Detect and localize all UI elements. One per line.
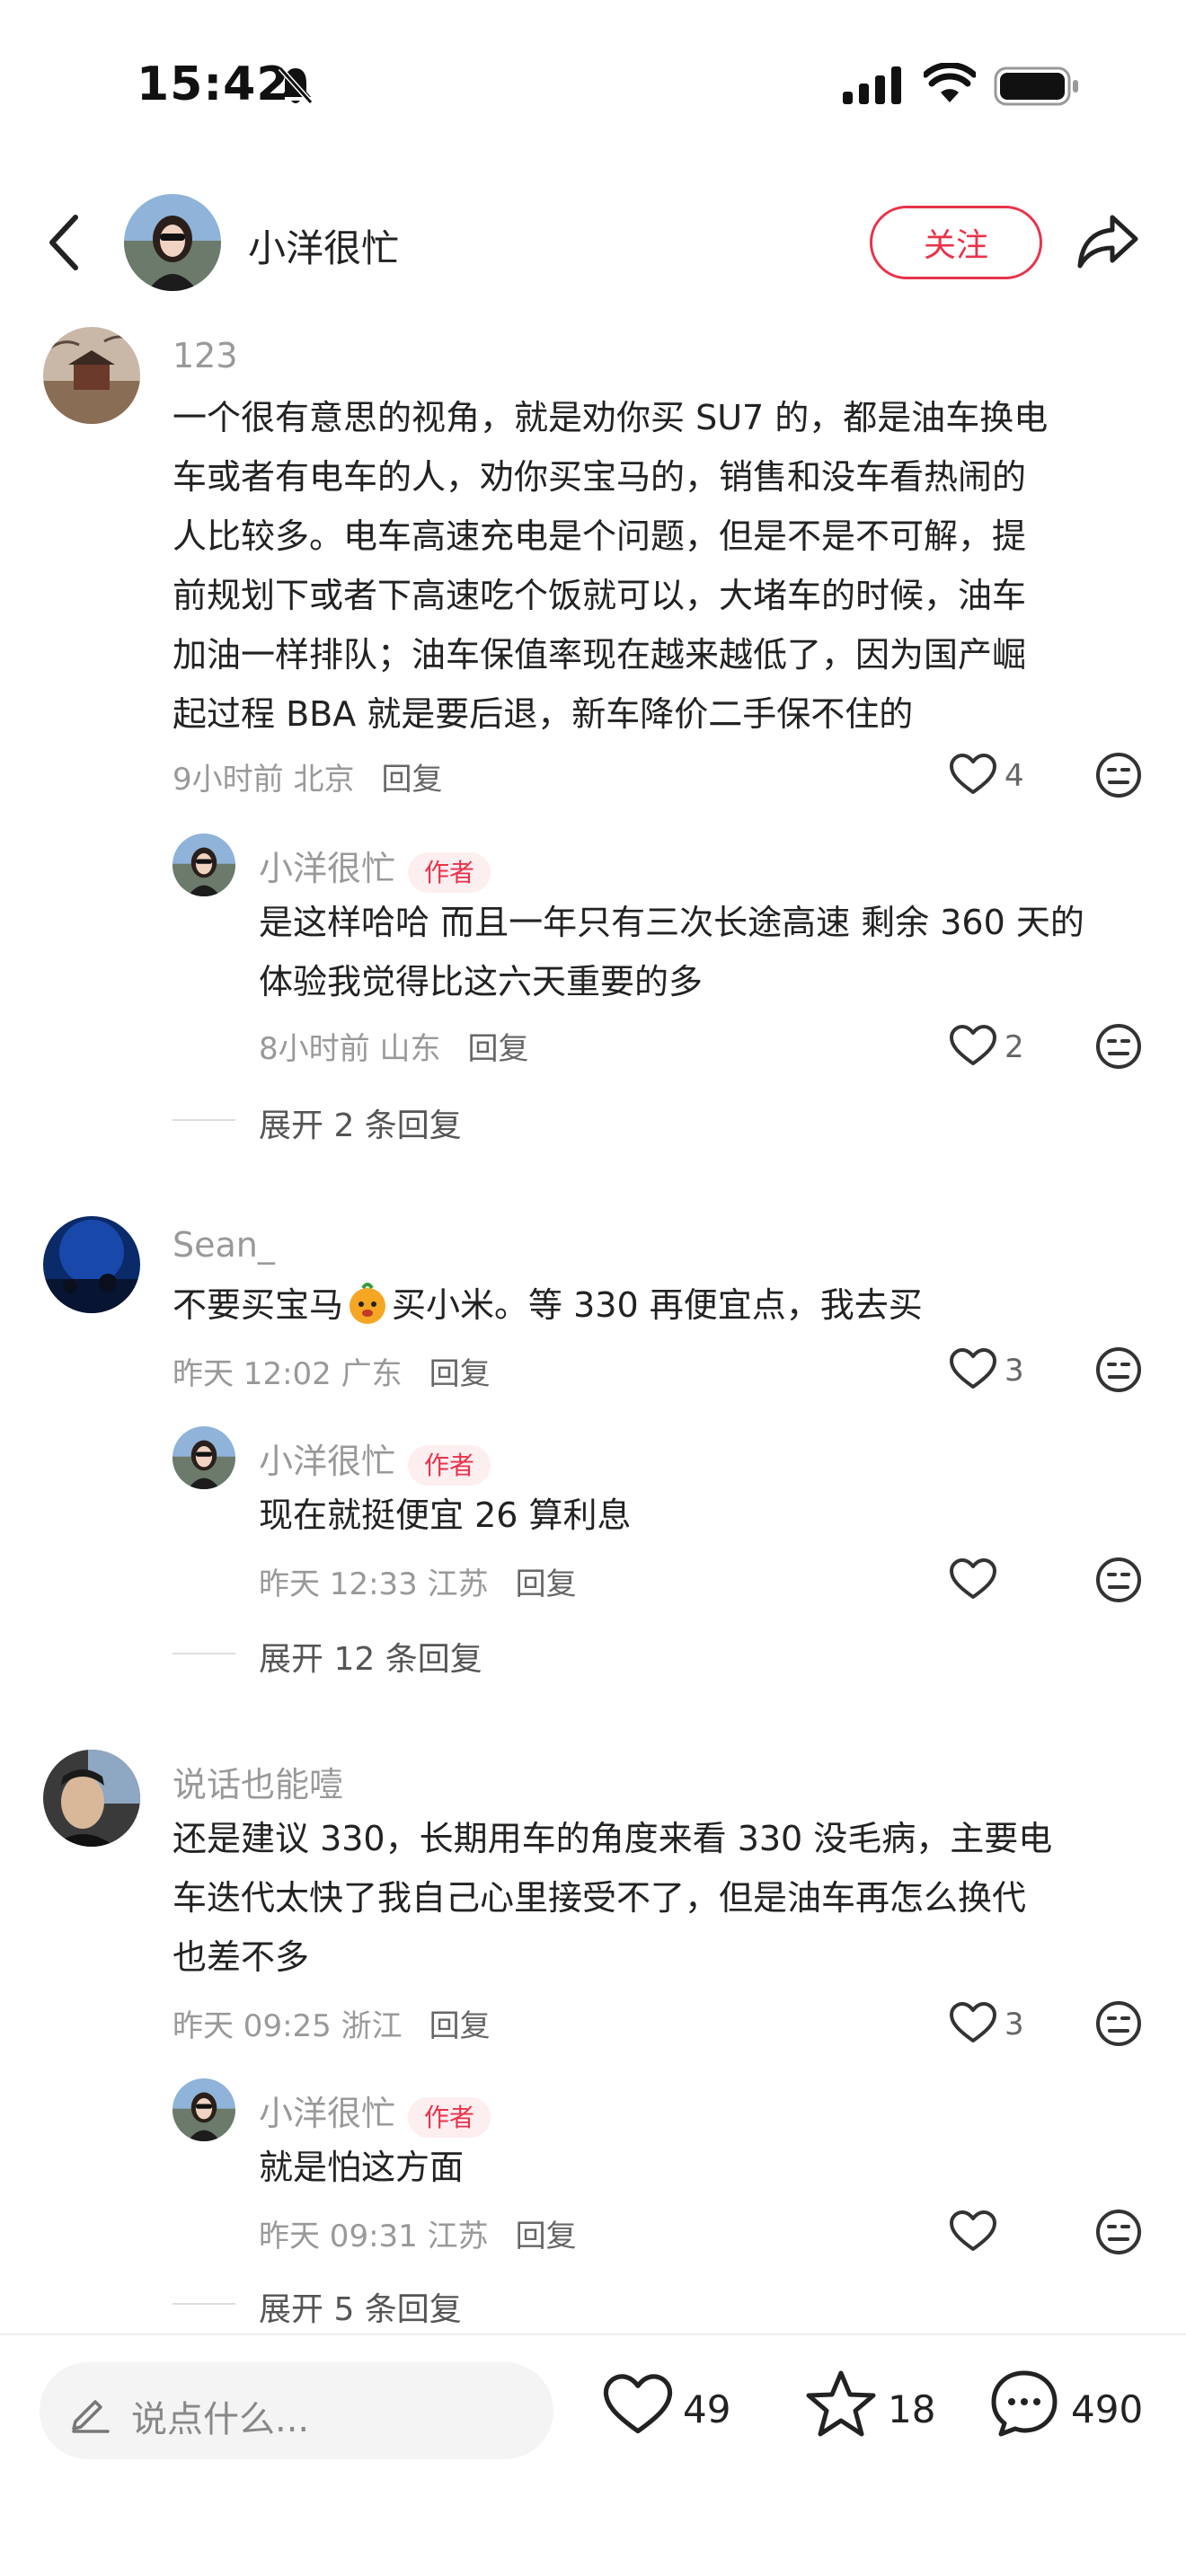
follow-button[interactable]: 关注	[870, 206, 1042, 279]
heart-icon[interactable]	[949, 1347, 997, 1390]
reply-username-text: 小洋很忙	[259, 2094, 396, 2133]
heart-icon[interactable]	[949, 2001, 997, 2044]
reply-line: 体验我觉得比这六天重要的多	[259, 962, 704, 1001]
comment-meta: 9小时前 北京 回复	[173, 754, 442, 798]
dislike-face-icon[interactable]	[1094, 751, 1143, 799]
comment-input-placeholder[interactable]: 说点什么...	[131, 2390, 309, 2442]
reply-text: 就是怕这方面	[259, 2138, 1157, 2197]
expand-replies-button[interactable]: 展开 12 条回复	[259, 1633, 482, 1680]
avatar[interactable]	[173, 834, 235, 896]
comment-time-location: 昨天 12:02 广东	[173, 1356, 403, 1392]
comment-username[interactable]: 123	[173, 336, 238, 375]
reply-username[interactable]: 小洋很忙 作者	[259, 841, 491, 893]
reply-text: 现在就挺便宜 26 算利息	[259, 1486, 1157, 1545]
comment-meta: 昨天 09:25 浙江 回复	[173, 2001, 491, 2045]
expand-replies-button[interactable]: 展开 5 条回复	[259, 2283, 462, 2330]
comment-bubble-icon[interactable]	[988, 2368, 1060, 2439]
heart-icon[interactable]	[949, 753, 997, 796]
avatar[interactable]	[173, 2078, 235, 2141]
avatar[interactable]	[43, 327, 140, 424]
divider	[173, 1119, 235, 1121]
comment-text-part: 不要买宝马	[173, 1285, 344, 1325]
reply-meta: 昨天 12:33 江苏 回复	[259, 1559, 577, 1603]
dislike-face-icon[interactable]	[1094, 2208, 1143, 2256]
reply-meta: 8小时前 山东 回复	[259, 1024, 528, 1068]
avatar[interactable]	[43, 1216, 140, 1313]
reply-text: 是这样哈哈 而且一年只有三次长途高速 剩余 360 天的 体验我觉得比这六天重要…	[259, 893, 1157, 1011]
reply-line: 是这样哈哈 而且一年只有三次长途高速 剩余 360 天的	[259, 903, 1084, 942]
like-count: 3	[1005, 1353, 1024, 1389]
comment-line: 也差不多	[173, 1937, 310, 1977]
battery-icon	[994, 66, 1078, 106]
comment-line: 车迭代太快了我自己心里接受不了，但是油车再怎么换代	[173, 1878, 1027, 1918]
comment-username[interactable]: Sean_	[173, 1225, 275, 1265]
like-count: 4	[1005, 758, 1024, 794]
like-count: 3	[1005, 2007, 1024, 2042]
header-avatar[interactable]	[124, 194, 221, 291]
avatar[interactable]	[43, 1750, 140, 1847]
signal-icon	[843, 66, 901, 104]
comment-text: 不要买宝马 买小米。等 330 再便宜点，我去买	[173, 1275, 1134, 1335]
wifi-icon	[924, 63, 976, 102]
reply-button[interactable]: 回复	[516, 2219, 577, 2254]
avatar[interactable]	[173, 1426, 235, 1489]
comment-text: 一个很有意思的视角，就是劝你买 SU7 的，都是油车换电 车或者有电车的人，劝你…	[173, 388, 1134, 744]
reply-line: 现在就挺便宜 26 算利息	[259, 1495, 632, 1535]
comment-time-location: 9小时前 北京	[173, 762, 355, 798]
pencil-icon	[72, 2400, 110, 2433]
collect-total: 18	[888, 2387, 936, 2431]
comment-line: 还是建议 330，长期用车的角度来看 330 没毛病，主要电	[173, 1819, 1053, 1858]
back-icon[interactable]	[47, 214, 83, 271]
expand-replies-button[interactable]: 展开 2 条回复	[259, 1099, 462, 1146]
comment-line: 一个很有意思的视角，就是劝你买 SU7 的，都是油车换电	[173, 398, 1049, 437]
comment-line: 车或者有电车的人，劝你买宝马的，销售和没车看热闹的	[173, 457, 1027, 497]
share-icon[interactable]	[1076, 212, 1139, 271]
reply-time-location: 昨天 12:33 江苏	[259, 1566, 489, 1602]
reply-button[interactable]: 回复	[429, 1356, 491, 1392]
heart-icon[interactable]	[949, 1557, 997, 1601]
comment-meta: 昨天 12:02 广东 回复	[173, 1349, 491, 1393]
star-icon[interactable]	[805, 2368, 877, 2439]
heart-icon[interactable]	[949, 1024, 997, 1067]
mute-bell-icon	[278, 66, 314, 105]
divider	[173, 1653, 235, 1654]
like-count: 2	[1005, 1029, 1024, 1065]
bottom-bar-divider	[0, 2333, 1186, 2335]
reply-button[interactable]: 回复	[381, 762, 442, 798]
emoji-icon	[350, 1283, 386, 1324]
dislike-face-icon[interactable]	[1094, 1345, 1143, 1394]
comment-time-location: 昨天 09:25 浙江	[173, 2008, 403, 2044]
heart-icon[interactable]	[949, 2210, 997, 2253]
comment-line: 人比较多。电车高速充电是个问题，但是不是不可解，提	[173, 516, 1027, 556]
author-badge: 作者	[408, 851, 491, 893]
reply-username[interactable]: 小洋很忙 作者	[259, 2086, 491, 2138]
comment-line: 前规划下或者下高速吃个饭就可以，大堵车的时候，油车	[173, 576, 1027, 615]
reply-line: 就是怕这方面	[259, 2148, 465, 2187]
reply-username-text: 小洋很忙	[259, 1442, 396, 1481]
reply-time-location: 昨天 09:31 江苏	[259, 2219, 489, 2254]
comment-username[interactable]: 说话也能噎	[173, 1757, 343, 1806]
comment-total: 490	[1071, 2387, 1144, 2431]
dislike-face-icon[interactable]	[1094, 1999, 1143, 2048]
divider	[173, 2303, 235, 2305]
author-badge: 作者	[408, 1444, 491, 1486]
comment-line: 加油一样排队；油车保值率现在越来越低了，因为国产崛	[173, 635, 1027, 675]
reply-button[interactable]: 回复	[467, 1031, 528, 1067]
dislike-face-icon[interactable]	[1094, 1022, 1143, 1071]
reply-button[interactable]: 回复	[516, 1566, 577, 1602]
reply-username-text: 小洋很忙	[259, 849, 396, 888]
status-time: 15:42	[137, 57, 290, 111]
reply-username[interactable]: 小洋很忙 作者	[259, 1434, 491, 1486]
like-total: 49	[683, 2387, 731, 2431]
author-badge: 作者	[408, 2096, 491, 2138]
comment-text: 还是建议 330，长期用车的角度来看 330 没毛病，主要电 车迭代太快了我自己…	[173, 1809, 1134, 1987]
reply-meta: 昨天 09:31 江苏 回复	[259, 2211, 577, 2255]
header-title: 小洋很忙	[248, 226, 400, 270]
dislike-face-icon[interactable]	[1094, 1556, 1143, 1604]
reply-time-location: 8小时前 山东	[259, 1031, 441, 1067]
heart-icon[interactable]	[602, 2371, 674, 2438]
comment-line: 起过程 BBA 就是要后退，新车降价二手保不住的	[173, 694, 914, 734]
reply-button[interactable]: 回复	[429, 2008, 491, 2044]
comment-text-part: 买小米。等 330 再便宜点，我去买	[392, 1285, 923, 1325]
